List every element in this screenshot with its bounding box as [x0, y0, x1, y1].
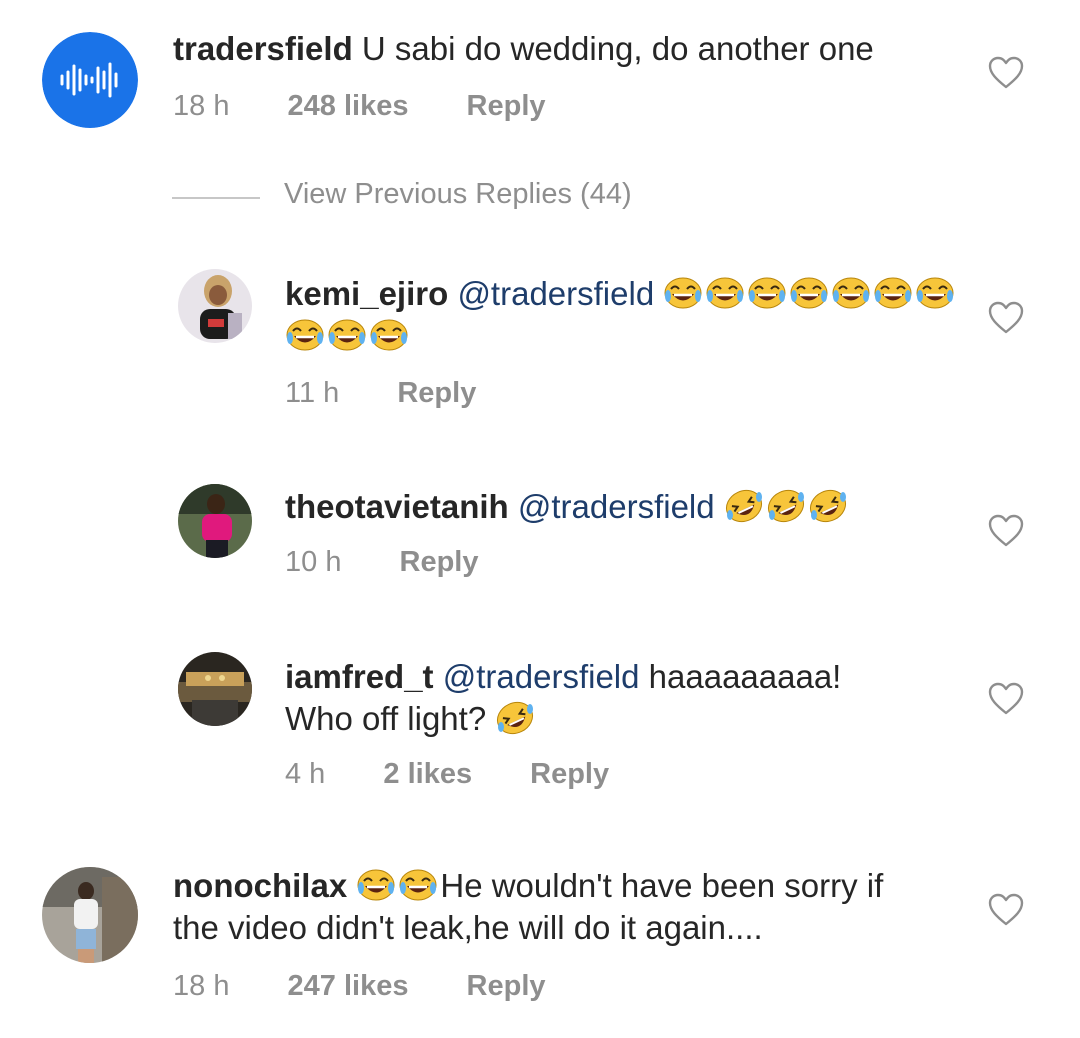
reply-theotavietanih: theotavietanih @tradersfield 10 h Reply [0, 470, 1080, 600]
timestamp: 4 h [285, 758, 326, 790]
emoji-group [356, 867, 440, 904]
grinning-sweat-emoji-icon [357, 869, 395, 901]
rofl-emoji-icon [497, 701, 534, 735]
rofl-emoji-icon [725, 489, 762, 523]
avatar[interactable] [42, 867, 138, 963]
likes-count[interactable]: 248 likes [288, 90, 409, 123]
profile-photo-icon [42, 867, 138, 963]
grinning-sweat-emoji-icon [874, 277, 912, 309]
avatar[interactable] [178, 484, 252, 558]
emoji-group [495, 700, 537, 737]
grinning-sweat-emoji-icon [664, 277, 702, 309]
view-previous-label[interactable]: View Previous Replies (44) [284, 178, 632, 211]
avatar[interactable] [178, 269, 252, 343]
reply-iamfred-t: iamfred_t @tradersfield haaaaaaaaa! Who … [0, 640, 1080, 810]
comment-body: nonochilax He wouldn't have been sorry i… [173, 865, 953, 949]
grinning-sweat-emoji-icon [790, 277, 828, 309]
heart-outline-icon[interactable] [988, 893, 1024, 927]
avatar[interactable] [42, 32, 138, 128]
username[interactable]: iamfred_t [285, 658, 434, 695]
reply-kemi-ejiro: kemi_ejiro @tradersfield 11 h Reply [0, 255, 1080, 425]
username[interactable]: nonochilax [173, 867, 347, 904]
comment-text-line2: Who off light? [285, 700, 487, 737]
comment-meta: 4 h 2 likes Reply [285, 758, 659, 791]
sound-wave-icon [42, 32, 138, 128]
grinning-sweat-emoji-icon [706, 277, 744, 309]
username[interactable]: theotavietanih [285, 488, 509, 525]
timestamp: 11 h [285, 377, 340, 409]
comment-meta: 18 h 248 likes Reply [173, 90, 596, 123]
reply-button[interactable]: Reply [530, 758, 609, 791]
comment-body: tradersfield U sabi do wedding, do anoth… [173, 28, 874, 70]
comment-text: U sabi do wedding, do another one [361, 30, 874, 67]
username[interactable]: tradersfield [173, 30, 353, 67]
grinning-sweat-emoji-icon [286, 319, 324, 351]
mention-link[interactable]: @tradersfield [457, 275, 654, 312]
comment-text-line2: the video didn't leak,he will do it agai… [173, 909, 763, 946]
rofl-emoji-icon [767, 489, 804, 523]
comment-meta: 18 h 247 likes Reply [173, 970, 596, 1003]
likes-count[interactable]: 2 likes [383, 758, 472, 791]
reply-button[interactable]: Reply [467, 970, 546, 1003]
heart-outline-icon[interactable] [988, 682, 1024, 716]
divider-line [172, 197, 260, 199]
grinning-sweat-emoji-icon [748, 277, 786, 309]
avatar[interactable] [178, 652, 252, 726]
grinning-sweat-emoji-icon [370, 319, 408, 351]
likes-count[interactable]: 247 likes [288, 970, 409, 1003]
heart-outline-icon[interactable] [988, 301, 1024, 335]
profile-photo-icon [178, 652, 252, 726]
timestamp: 10 h [285, 546, 342, 578]
grinning-sweat-emoji-icon [399, 869, 437, 901]
heart-outline-icon[interactable] [988, 514, 1024, 548]
mention-link[interactable]: @tradersfield [518, 488, 715, 525]
profile-photo-icon [178, 484, 252, 558]
comment-tradersfield: tradersfield U sabi do wedding, do anoth… [0, 0, 1080, 160]
comment-nonochilax: nonochilax He wouldn't have been sorry i… [0, 855, 1080, 1025]
grinning-sweat-emoji-icon [328, 319, 366, 351]
reply-button[interactable]: Reply [397, 377, 476, 410]
comment-text: haaaaaaaaa! [648, 658, 842, 695]
timestamp: 18 h [173, 970, 230, 1002]
comment-text: He wouldn't have been sorry if [440, 867, 884, 904]
reply-button[interactable]: Reply [467, 90, 546, 123]
comment-meta: 11 h Reply [285, 377, 526, 410]
comment-meta: 10 h Reply [285, 546, 529, 579]
grinning-sweat-emoji-icon [832, 277, 870, 309]
timestamp: 18 h [173, 90, 230, 122]
reply-button[interactable]: Reply [400, 546, 479, 579]
emoji-group [724, 488, 850, 525]
comment-body: iamfred_t @tradersfield haaaaaaaaa! Who … [285, 656, 965, 740]
comment-body: kemi_ejiro @tradersfield [285, 273, 965, 357]
profile-photo-icon [178, 269, 252, 343]
heart-outline-icon[interactable] [988, 56, 1024, 90]
grinning-sweat-emoji-icon [916, 277, 954, 309]
username[interactable]: kemi_ejiro [285, 275, 448, 312]
rofl-emoji-icon [809, 489, 846, 523]
mention-link[interactable]: @tradersfield [443, 658, 640, 695]
comment-body: theotavietanih @tradersfield [285, 486, 965, 528]
